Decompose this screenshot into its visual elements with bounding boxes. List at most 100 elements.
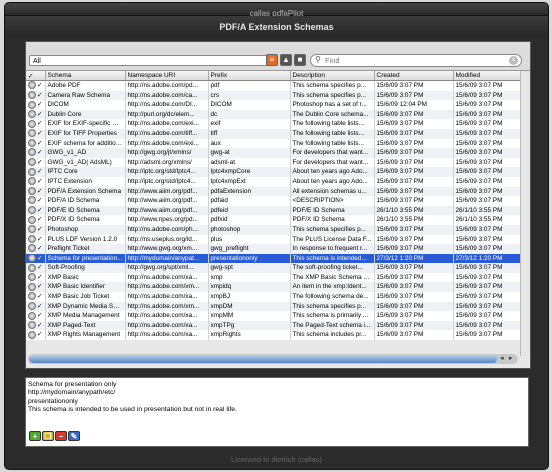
modified-cell: 15/6/09 3:07 PM [453,320,521,331]
row-check-cell[interactable]: ✓ [26,282,46,293]
table-row[interactable]: ✓ PLUS LDF Version 1.2.0 http://ns.useplus… [26,234,521,245]
row-check-cell[interactable]: ✓ [26,119,46,129]
table-row[interactable]: ✓ Schema for presentation... http://mydoma… [26,253,521,264]
table-row[interactable]: ✓ XMP Media Management http://ns.adobe.com… [26,311,521,321]
checkmark: ✓ [37,101,43,109]
table-row[interactable]: ✓ Soft-Proofing http://gwg.org/spt/xml... g… [26,263,521,273]
schema-name-cell: XMP Basic [45,272,126,283]
column-header-prefix[interactable]: Prefix [208,71,291,81]
row-check-cell[interactable]: ✓ [26,244,46,254]
created-cell: 15/6/09 3:07 PM [374,148,454,158]
vertical-scrollbar[interactable] [520,71,530,356]
column-header-schema[interactable]: Schema [45,71,126,81]
table-row[interactable]: ✓ EXIF for EXIF-specific Pro... http://ns.… [26,119,521,129]
row-check-cell[interactable]: ✓ [26,320,46,331]
schema-name-cell: XMP Dynamic Media Sch... [45,301,126,312]
table-row[interactable]: ✓ Camera Raw Schema http://ns.adobe.com/ca… [26,90,521,101]
table-row[interactable]: ✓ Adobe PDF http://ns.adobe.com/pd... pdf Th… [26,80,521,91]
filter-select[interactable]: All ▼ [29,55,277,66]
row-check-cell[interactable]: ✓ [26,263,46,273]
row-check-cell[interactable]: ✓ [26,301,46,312]
horizontal-scrollbar[interactable]: ◂ ▸ [28,354,518,364]
prefix-cell: gwg-spt [208,263,291,273]
scroll-left-arrow-icon[interactable]: ◂ [500,354,504,364]
status-dot-icon [28,234,36,243]
row-check-cell[interactable]: ✓ [26,100,46,110]
row-check-cell[interactable]: ✓ [26,205,46,216]
row-check-cell[interactable]: ✓ [26,196,46,206]
description-cell: For developers that want... [290,157,375,168]
row-check-cell[interactable]: ✓ [26,109,46,120]
row-check-cell[interactable]: ✓ [26,234,46,245]
row-check-cell[interactable]: ✓ [26,90,46,101]
row-check-cell[interactable]: ✓ [26,138,46,149]
schema-name-cell: Schema for presentation... [45,253,126,264]
table-row[interactable]: ✓ PDF/A ID Schema http://www.aiim.org/pdf.… [26,196,521,206]
namespace-uri-cell: http://www.npes.org/pd... [125,215,209,225]
row-check-cell[interactable]: ✓ [26,80,46,91]
modified-cell: 15/6/09 3:07 PM [453,157,521,168]
edit-button[interactable]: ✎ [68,431,80,441]
search-field[interactable]: ⚲ Find × [310,54,522,67]
table-row[interactable]: ✓ DICOM http://ns.adobe.com/DI... DICOM Phot… [26,100,521,110]
created-cell: 15/6/09 3:07 PM [374,282,454,293]
table-row[interactable]: ✓ GWG_v1_AD( AdsML) http://adsml.org/xmlns… [26,157,521,168]
status-dot-icon [28,119,36,128]
row-check-cell[interactable]: ✓ [26,215,46,225]
table-row[interactable]: ✓ EXIF schema for addition... http://ns.ad… [26,138,521,149]
status-dot-icon [28,292,36,301]
status-dot-icon [28,321,36,330]
row-check-cell[interactable]: ✓ [26,330,46,341]
table-row[interactable]: ✓ Preflight Ticket http://www.gwg.org/xm..… [26,244,521,254]
row-check-cell[interactable]: ✓ [26,167,46,177]
row-check-cell[interactable]: ✓ [26,157,46,168]
status-dot-icon [28,186,36,195]
row-check-cell[interactable]: ✓ [26,176,46,187]
table-row[interactable]: ✓ XMP Paged-Text http://ns.adobe.com/xa...… [26,320,521,331]
row-check-cell[interactable]: ✓ [26,186,46,197]
row-check-cell[interactable]: ✓ [26,128,46,139]
namespace-uri-cell: http://ns.adobe.com/ph... [125,224,209,235]
row-check-cell[interactable]: ✓ [26,272,46,283]
table-row[interactable]: ✓ XMP Basic http://ns.adobe.com/xa... xmp Th… [26,272,521,283]
row-check-cell[interactable]: ✓ [26,253,46,264]
table-row[interactable]: ✓ IPTC Core http://iptc.org/std/Iptc4... Ip… [26,167,521,177]
table-row[interactable]: ✓ PDF/A Extension Schema http://www.aiim.o… [26,186,521,197]
row-check-cell[interactable]: ✓ [26,292,46,302]
namespace-uri-cell: http://iptc.org/std/Iptc4... [125,176,209,187]
column-header-modified[interactable]: Modified [453,71,521,81]
table-row[interactable]: ✓ PDF/E ID Schema http://www.aiim.org/pdf.… [26,205,521,216]
list-view-button[interactable]: ≡ [266,54,278,66]
row-check-cell[interactable]: ✓ [26,224,46,235]
clear-icon[interactable]: × [509,56,518,65]
table-row[interactable]: ✓ XMP Dynamic Media Sch... http://ns.adobe… [26,301,521,312]
table-row[interactable]: ✓ XMP Basic Identifier http://ns.adobe.com… [26,282,521,293]
action-buttons: + ❐ − ✎ [29,426,81,441]
stop-button[interactable]: ■ [294,54,306,66]
modified-cell: 15/6/09 3:07 PM [453,80,521,91]
table-row[interactable]: ✓ Photoshop http://ns.adobe.com/ph... photo… [26,224,521,235]
namespace-uri-cell: http://ns.adobe.com/tiff... [125,128,209,139]
table-row[interactable]: ✓ Dublin Core http://purl.org/dc/elem... dc… [26,109,521,120]
status-dot-icon [28,81,36,90]
scroll-right-arrow-icon[interactable]: ▸ [509,354,513,364]
row-check-cell[interactable]: ✓ [26,311,46,321]
column-header-check[interactable]: ✓ [26,71,46,81]
schema-description-area[interactable]: Schema for presentation only http://mydo… [25,377,529,447]
column-header-created[interactable]: Created [374,71,454,81]
add-button[interactable]: + [29,431,41,441]
column-header-description[interactable]: Description [290,71,375,81]
remove-button[interactable]: − [55,431,67,441]
column-header-namespace[interactable]: Namespace URI [125,71,209,81]
table-row[interactable]: ✓ XMP Rights Management http://ns.adobe.co… [26,330,521,341]
move-up-button[interactable]: ▲ [280,54,292,66]
row-check-cell[interactable]: ✓ [26,148,46,158]
dialog-title: PDF/A Extension Schemas [219,22,334,32]
duplicate-button[interactable]: ❐ [42,431,54,441]
scroll-thumb[interactable] [29,355,497,363]
table-row[interactable]: ✓ GWG_v1_AD http://gwg.org/jt/xmlns/gwg-at… [26,148,521,158]
table-row[interactable]: ✓ IPTC Extension http://iptc.org/std/Iptc4… [26,176,521,187]
table-row[interactable]: ✓ EXIF for TIFF Properties http://ns.adobe… [26,128,521,139]
table-row[interactable]: ✓ XMP Basic Job Ticket http://ns.adobe.com… [26,292,521,302]
table-row[interactable]: ✓ PDF/X ID Schema http://www.npes.org/pd..… [26,215,521,225]
